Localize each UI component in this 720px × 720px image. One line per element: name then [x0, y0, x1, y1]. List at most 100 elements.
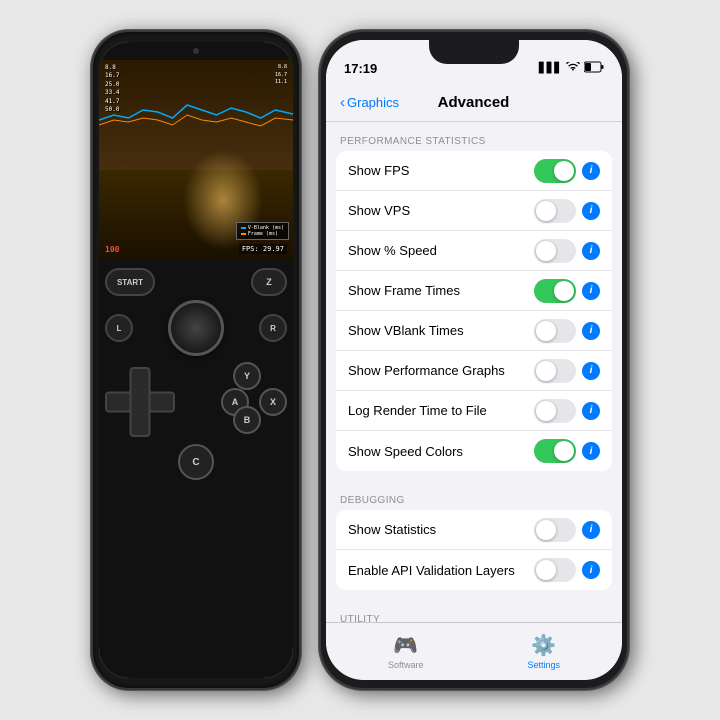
b-button[interactable]: B	[233, 406, 261, 434]
row-controls: i	[534, 279, 600, 303]
info-api-validation[interactable]: i	[582, 561, 600, 579]
settings-row: Show % Speed i	[336, 231, 612, 271]
bottom-buttons-row: Y X A B	[105, 362, 287, 442]
settings-row: Show VPS i	[336, 191, 612, 231]
settings-row: Show Speed Colors i	[336, 431, 612, 471]
settings-row: Show FPS i	[336, 151, 612, 191]
wifi-icon	[566, 62, 580, 75]
controller-area: START Z L R Y X A	[99, 260, 293, 678]
game-screen: 8.8 16.7 25.0 33.4 41.7 50.0 8.8 16.7 11…	[99, 60, 293, 260]
debugging-group: Show Statistics i Enable API Validation …	[336, 510, 612, 590]
row-label: Show VPS	[348, 203, 534, 218]
row-label: Show % Speed	[348, 243, 534, 258]
info-show-stats[interactable]: i	[582, 521, 600, 539]
status-icons: ▋▋▋	[539, 61, 604, 76]
section-header-debugging: DEBUGGING	[326, 481, 622, 510]
row-controls: i	[534, 558, 600, 582]
settings-row: Show Frame Times i	[336, 271, 612, 311]
top-buttons-row: START Z	[105, 268, 287, 296]
fps-display: FPS: 29.97	[239, 244, 287, 254]
signal-icon: ▋▋▋	[539, 63, 562, 74]
settings-icon: ⚙️	[531, 633, 556, 658]
mid-buttons-row: L R	[105, 300, 287, 356]
row-controls: i	[534, 199, 600, 223]
x-button[interactable]: X	[259, 388, 287, 416]
section-header-utility: UTILITY	[326, 600, 622, 622]
nav-bar: ‹ Graphics Advanced	[326, 84, 622, 122]
toggle-show-fps[interactable]	[534, 159, 576, 183]
l-button[interactable]: L	[105, 314, 133, 342]
back-chevron-icon: ‹	[340, 94, 345, 111]
graph-legend: V-Blank (ms) Frame (ms)	[236, 222, 289, 240]
row-label: Show Statistics	[348, 522, 534, 537]
right-phone: 17:19 ▋▋▋ ‹ Graphics	[319, 30, 629, 690]
toggle-speed-colors[interactable]	[534, 439, 576, 463]
row-controls: i	[534, 239, 600, 263]
software-icon: 🎮	[393, 633, 418, 658]
toggle-show-pct-speed[interactable]	[534, 239, 576, 263]
toggle-show-vps[interactable]	[534, 199, 576, 223]
health-bar: 100	[105, 245, 119, 254]
info-show-vps[interactable]: i	[582, 202, 600, 220]
row-controls: i	[534, 399, 600, 423]
start-button[interactable]: START	[105, 268, 155, 296]
battery-icon	[584, 61, 604, 76]
row-controls: i	[534, 159, 600, 183]
toggle-show-vblank[interactable]	[534, 319, 576, 343]
info-show-fps[interactable]: i	[582, 162, 600, 180]
row-label: Show Frame Times	[348, 283, 534, 298]
row-label: Show Performance Graphs	[348, 363, 534, 378]
tab-software[interactable]: 🎮 Software	[388, 633, 424, 670]
r-button[interactable]: R	[259, 314, 287, 342]
settings-row: Enable API Validation Layers i	[336, 550, 612, 590]
tab-settings[interactable]: ⚙️ Settings	[527, 633, 560, 670]
left-notch	[99, 42, 293, 60]
info-log-render[interactable]: i	[582, 402, 600, 420]
settings-row: Log Render Time to File i	[336, 391, 612, 431]
row-label: Enable API Validation Layers	[348, 563, 534, 578]
info-show-frame-times[interactable]: i	[582, 282, 600, 300]
settings-content: PERFORMANCE STATISTICS Show FPS i Show V…	[326, 122, 622, 622]
abxy-cluster: Y X A B	[207, 362, 287, 442]
c-button[interactable]: C	[178, 444, 214, 480]
settings-row: Show VBlank Times i	[336, 311, 612, 351]
performance-group: Show FPS i Show VPS i Show % Spe	[336, 151, 612, 471]
legend-frame: Frame (ms)	[248, 231, 278, 237]
right-notch	[429, 40, 519, 64]
settings-row: Show Performance Graphs i	[336, 351, 612, 391]
tab-bar: 🎮 Software ⚙️ Settings	[326, 622, 622, 680]
info-show-vblank[interactable]: i	[582, 322, 600, 340]
row-label: Show Speed Colors	[348, 444, 534, 459]
camera-dot	[193, 48, 199, 54]
dpad-vertical	[130, 367, 151, 437]
row-label: Show VBlank Times	[348, 323, 534, 338]
toggle-api-validation[interactable]	[534, 558, 576, 582]
hud-numbers-right: 8.8 16.7 11.1	[275, 64, 287, 87]
toggle-show-frame-times[interactable]	[534, 279, 576, 303]
analog-stick[interactable]	[168, 300, 224, 356]
back-label[interactable]: Graphics	[347, 95, 399, 110]
performance-graph	[99, 90, 293, 130]
info-speed-colors[interactable]: i	[582, 442, 600, 460]
tab-settings-label: Settings	[527, 660, 560, 670]
z-button[interactable]: Z	[251, 268, 287, 296]
info-show-perf-graphs[interactable]: i	[582, 362, 600, 380]
toggle-show-stats[interactable]	[534, 518, 576, 542]
hud-numbers-left: 8.8 16.7 25.0 33.4 41.7 50.0	[105, 64, 119, 114]
dpad[interactable]	[105, 367, 175, 437]
back-button[interactable]: ‹ Graphics	[340, 94, 399, 111]
tab-software-label: Software	[388, 660, 424, 670]
c-button-wrap: C	[178, 444, 214, 480]
toggle-show-perf-graphs[interactable]	[534, 359, 576, 383]
row-label: Show FPS	[348, 163, 534, 178]
row-controls: i	[534, 439, 600, 463]
y-button[interactable]: Y	[233, 362, 261, 390]
row-controls: i	[534, 359, 600, 383]
row-controls: i	[534, 319, 600, 343]
info-show-pct-speed[interactable]: i	[582, 242, 600, 260]
page-title: Advanced	[399, 94, 548, 111]
toggle-log-render[interactable]	[534, 399, 576, 423]
section-header-performance: PERFORMANCE STATISTICS	[326, 122, 622, 151]
status-time: 17:19	[344, 61, 377, 76]
row-label: Log Render Time to File	[348, 403, 534, 418]
